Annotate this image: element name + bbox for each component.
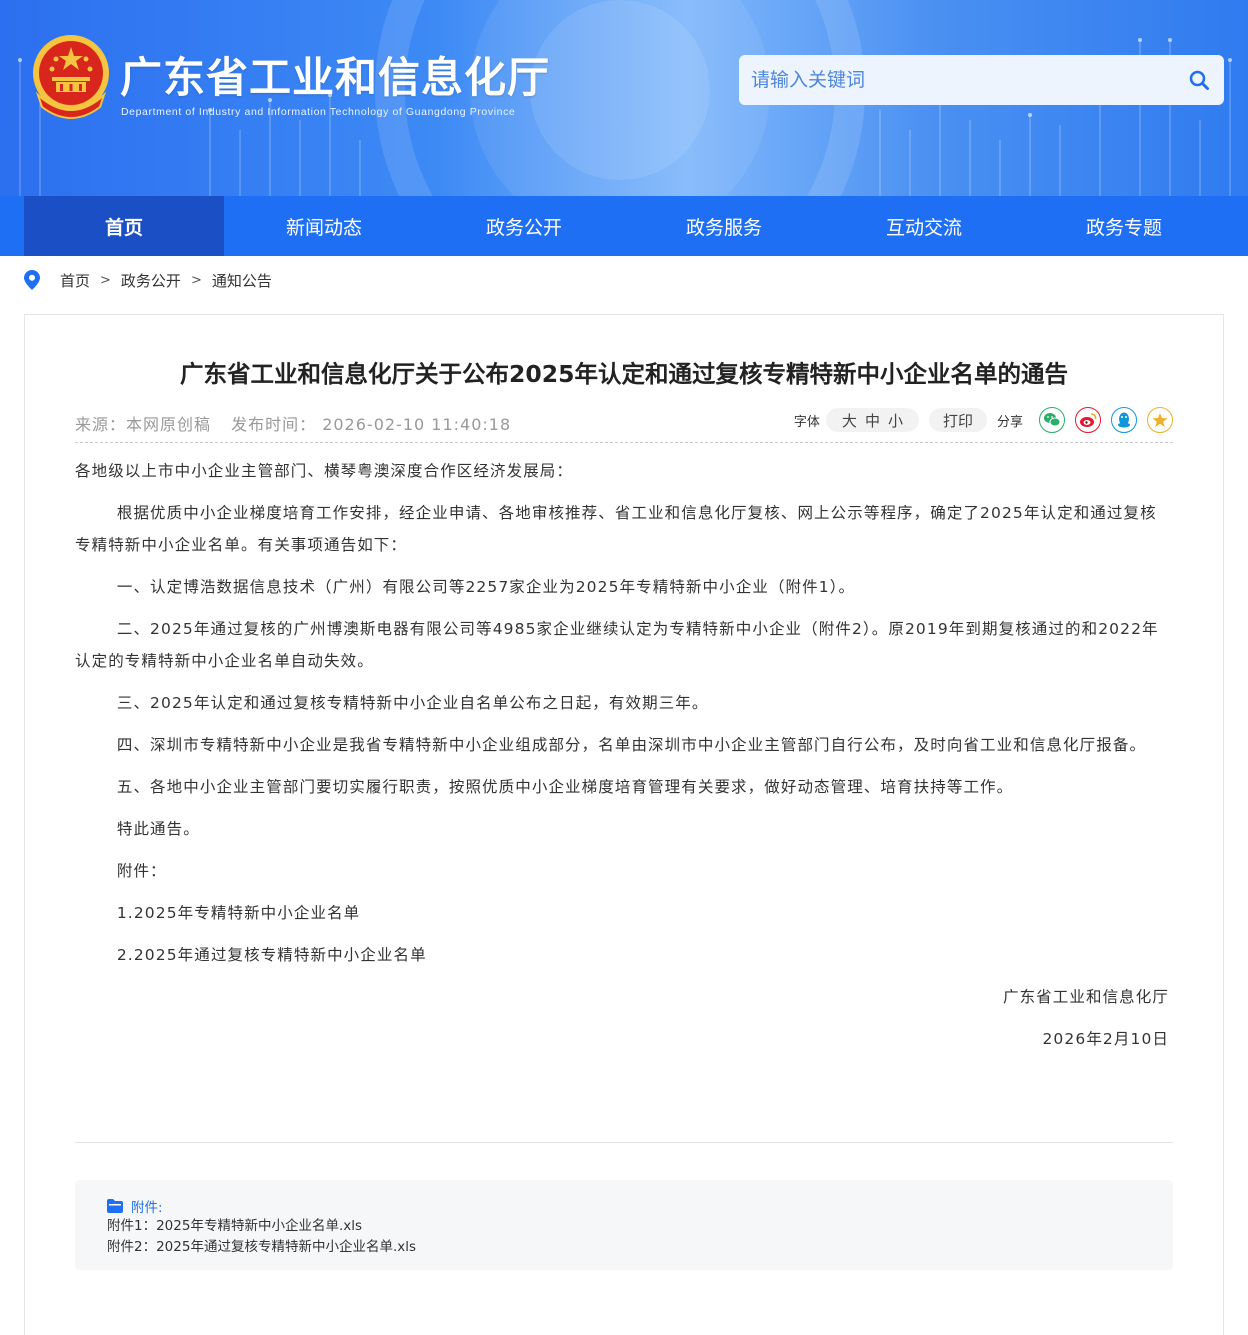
font-medium-button[interactable]: 中: [865, 410, 880, 431]
article-paragraph: 二、2025年通过复核的广州博澳斯电器有限公司等4985家企业继续认定为专精特新…: [75, 620, 1159, 670]
article-paragraph: 附件：: [116, 862, 167, 880]
site-subtitle: Department of Industry and Information T…: [121, 106, 516, 118]
main-nav: 首页 新闻动态 政务公开 政务服务 互动交流 政务专题: [0, 196, 1248, 256]
favorite-star-icon[interactable]: [1147, 407, 1173, 433]
attachment-item: 附件2：2025年通过复核专精特新中小企业名单.xls: [107, 1237, 1173, 1258]
print-button[interactable]: 打印: [928, 408, 987, 432]
article-title: 广东省工业和信息化厅关于公布2025年认定和通过复核专精特新中小企业名单的通告: [180, 360, 1068, 388]
content-divider: [75, 1142, 1173, 1143]
article-paragraph: 三、2025年认定和通过复核专精特新中小企业自名单公布之日起，有效期三年。: [116, 694, 709, 712]
nav-news[interactable]: 新闻动态: [224, 196, 424, 256]
nav-interaction[interactable]: 互动交流: [824, 196, 1024, 256]
font-large-button[interactable]: 大: [842, 410, 857, 431]
article-card: 广东省工业和信息化厅关于公布2025年认定和通过复核专精特新中小企业名单的通告 …: [24, 314, 1224, 1335]
attachment-item: 附件1：2025年专精特新中小企业名单.xls: [107, 1216, 1173, 1237]
breadcrumb-separator: >: [190, 272, 202, 288]
breadcrumb-gov-affairs-open[interactable]: 政务公开: [121, 270, 181, 291]
qq-share-icon[interactable]: [1111, 407, 1137, 433]
article-tools: 字体 大 中 小 打印 分享: [794, 405, 1173, 435]
search-box: [739, 55, 1224, 105]
attachment-heading-label: 附件:: [131, 1200, 163, 1216]
share-label: 分享: [996, 414, 1023, 430]
attachment-link[interactable]: 2025年专精特新中小企业名单.xls: [156, 1218, 362, 1234]
nav-gov-affairs-open[interactable]: 政务公开: [424, 196, 624, 256]
breadcrumb: 首页 > 政务公开 > 通知公告: [24, 266, 272, 294]
article-paragraph: 五、各地中小企业主管部门要切实履行职责，按照优质中小企业梯度培育管理有关要求，做…: [116, 778, 1014, 796]
article-date: 2026年2月10日: [1042, 1030, 1169, 1048]
breadcrumb-notices[interactable]: 通知公告: [212, 270, 272, 291]
search-input[interactable]: [739, 55, 1159, 105]
article-paragraph: 四、深圳市专精特新中小企业是我省专精特新中小企业组成部分，名单由深圳市中小企业主…: [116, 736, 1147, 754]
attachment-box: 附件: 附件1：2025年专精特新中小企业名单.xls 附件2：2025年通过复…: [75, 1180, 1173, 1270]
attachment-heading: 附件:: [107, 1196, 1173, 1216]
font-small-button[interactable]: 小: [888, 410, 903, 431]
article-source: 来源：本网原创稿: [75, 415, 212, 434]
wechat-share-icon[interactable]: [1039, 407, 1065, 433]
header-banner: 广东省工业和信息化厅 Department of Industry and In…: [0, 0, 1248, 196]
weibo-share-icon[interactable]: [1075, 407, 1101, 433]
article-meta-info: 来源：本网原创稿 发布时间： 2026-02-10 11:40:18: [75, 411, 525, 435]
national-emblem-icon: [33, 35, 109, 119]
article-paragraph: 一、认定博浩数据信息技术（广州）有限公司等2257家企业为2025年专精特新中小…: [116, 578, 856, 596]
article-body: 各地级以上市中小企业主管部门、横琴粤澳深度合作区经济发展局： 根据优质中小企业梯…: [75, 455, 1173, 1065]
article-paragraph: 根据优质中小企业梯度培育工作安排，经企业申请、各地审核推荐、省工业和信息化厅复核…: [75, 504, 1157, 554]
attachment-prefix: 附件1：: [107, 1218, 157, 1234]
article-paragraph: 各地级以上市中小企业主管部门、横琴粤澳深度合作区经济发展局：: [75, 462, 574, 480]
breadcrumb-home[interactable]: 首页: [60, 270, 90, 291]
attachment-link[interactable]: 2025年通过复核专精特新中小企业名单.xls: [156, 1239, 416, 1255]
nav-home[interactable]: 首页: [24, 196, 224, 256]
site-title: 广东省工业和信息化厅: [120, 53, 551, 102]
article-meta: 来源：本网原创稿 发布时间： 2026-02-10 11:40:18 字体 大 …: [75, 403, 1173, 443]
article-paragraph: 1.2025年专精特新中小企业名单: [116, 904, 361, 922]
attachment-prefix: 附件2：: [107, 1239, 157, 1255]
breadcrumb-separator: >: [100, 272, 111, 288]
font-size-label: 字体: [793, 414, 820, 430]
article-paragraph: 2.2025年通过复核专精特新中小企业名单: [116, 946, 427, 964]
location-pin-icon: [24, 270, 40, 290]
search-icon[interactable]: [1188, 69, 1210, 91]
article-paragraph: 特此通告。: [116, 820, 200, 838]
nav-gov-services[interactable]: 政务服务: [624, 196, 824, 256]
article-signature: 广东省工业和信息化厅: [1002, 988, 1169, 1006]
folder-icon: [107, 1199, 123, 1213]
article-publish-time: 发布时间： 2026-02-10 11:40:18: [231, 415, 512, 434]
nav-special-topics[interactable]: 政务专题: [1024, 196, 1224, 256]
font-size-switcher: 大 中 小: [825, 408, 919, 432]
